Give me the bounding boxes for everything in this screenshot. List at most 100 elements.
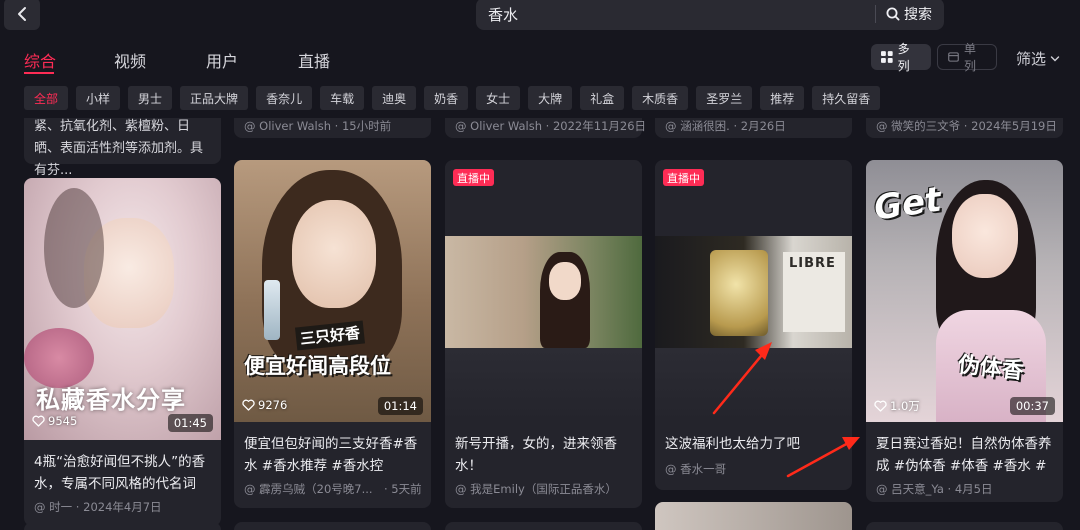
search-button-label: 搜索 — [904, 7, 932, 23]
video-duration: 00:37 — [1009, 397, 1055, 415]
active-tab-indicator — [24, 72, 54, 74]
portrait-shape — [952, 194, 1018, 278]
card-meta: @ 我是Emily（国际正品香水） — [455, 482, 617, 496]
live-thumbnail: 直播中 LIBRE — [655, 160, 852, 422]
card-meta-time: · 5天前 — [384, 482, 422, 496]
chip-all[interactable]: 全部 — [24, 86, 69, 110]
card-title: 便宜但包好闻的三支好香#香水 #香水推荐 #香水控 — [244, 436, 418, 474]
tab-all[interactable]: 综合 — [24, 48, 56, 72]
video-duration: 01:14 — [377, 397, 423, 415]
single-column-button[interactable]: 单列 — [937, 42, 997, 73]
chip-milky[interactable]: 奶香 — [424, 86, 469, 110]
live-badge: 直播中 — [453, 169, 494, 186]
perfume-box-label: LIBRE — [789, 256, 836, 271]
card-title: 夏日赛过香妃！自然伪体香养成 #伪体香 #体香 #香水 #正... — [876, 436, 1052, 474]
single-column-icon — [948, 52, 959, 62]
card-title: 紧、抗氧化剂、紫檀粉、日晒、表面活性剂等添加剂。具有芬... — [34, 119, 204, 178]
like-count: 9276 — [242, 398, 287, 412]
live-card[interactable]: 直播中 新号开播，女的，进来领香水！ @ 我是Emily（国际正品香水） — [445, 160, 642, 508]
like-count: 9545 — [32, 414, 77, 428]
card-title: 这波福利也太给力了吧 — [665, 436, 800, 452]
multi-column-button[interactable]: 多列 — [871, 42, 931, 73]
card-title: 4瓶“治愈好闻但不挑人”的香水，专属不同风格的代名词~... — [34, 454, 206, 492]
flower-shape — [24, 328, 94, 388]
card-meta: @ 时一 · 2024年4月7日 — [34, 500, 162, 514]
tab-videos[interactable]: 视频 — [114, 48, 146, 72]
chip-sample[interactable]: 小样 — [76, 86, 121, 110]
result-card-partial[interactable] — [866, 522, 1063, 530]
back-arrow-icon — [18, 7, 26, 21]
single-column-label: 单列 — [964, 42, 977, 73]
streamer-face-shape — [549, 262, 581, 300]
chip-genuine-brand[interactable]: 正品大牌 — [180, 86, 249, 110]
tab-live[interactable]: 直播 — [298, 48, 330, 72]
thumbnail-caption: 便宜好闻高段位 — [244, 353, 391, 378]
filter-label: 筛选 — [1016, 50, 1047, 68]
chip-recommended[interactable]: 推荐 — [760, 86, 805, 110]
video-thumbnail: 私藏香水分享 9545 01:45 — [24, 178, 221, 440]
search-box: 搜索 — [476, 0, 944, 30]
chip-gift-box[interactable]: 礼盒 — [580, 86, 625, 110]
chip-women[interactable]: 女士 — [476, 86, 521, 110]
live-thumbnail: 直播中 — [445, 160, 642, 422]
chip-car[interactable]: 车载 — [320, 86, 365, 110]
chip-dior[interactable]: 迪奥 — [372, 86, 417, 110]
heart-icon — [874, 400, 887, 412]
filter-button[interactable]: 筛选 — [1016, 48, 1060, 69]
card-meta: @ 香水一哥 — [665, 462, 727, 476]
search-icon — [886, 7, 900, 21]
portrait-shape — [292, 200, 376, 308]
chip-ysl[interactable]: 圣罗兰 — [696, 86, 753, 110]
card-meta: @ 微笑的三文爷 · 2024年5月19日 — [876, 119, 1057, 133]
video-duration: 01:45 — [167, 414, 213, 432]
result-card-partial[interactable]: @ Oliver Walsh · 15小时前 — [234, 118, 431, 138]
video-card[interactable]: 私藏香水分享 9545 01:45 4瓶“治愈好闻但不挑人”的香水，专属不同风格… — [24, 178, 221, 526]
card-title: 新号开播，女的，进来领香水！ — [455, 436, 617, 474]
card-meta: @ 涵涵很困. · 2月26日 — [665, 119, 786, 133]
perfume-bottle-shape — [710, 250, 768, 336]
search-input[interactable] — [476, 0, 875, 30]
result-card-partial[interactable] — [24, 522, 221, 530]
video-thumbnail: Get 伪体香 1.0万 00:37 — [866, 160, 1063, 422]
live-thumbnail-footer — [655, 348, 852, 422]
results-feed: 紧、抗氧化剂、紫檀粉、日晒、表面活性剂等添加剂。具有芬... @ Oliver … — [0, 118, 1080, 530]
hair-shape — [44, 188, 104, 308]
chip-men[interactable]: 男士 — [128, 86, 173, 110]
chip-chanel[interactable]: 香奈儿 — [256, 86, 313, 110]
live-thumbnail-footer — [445, 348, 642, 422]
result-card-partial[interactable]: @ Oliver Walsh · 2022年11月26日 — [445, 118, 646, 138]
search-button[interactable]: 搜索 — [876, 0, 944, 30]
multi-column-label: 多列 — [897, 42, 910, 73]
top-bar: 搜索 — [0, 0, 1080, 36]
video-thumbnail: 三只好香 便宜好闻高段位 9276 01:14 — [234, 160, 431, 422]
thumbnail-caption: 私藏香水分享 — [36, 385, 186, 414]
result-card-partial[interactable]: @ 微笑的三文爷 · 2024年5月19日 — [866, 118, 1063, 138]
chip-big-brand[interactable]: 大牌 — [528, 86, 573, 110]
video-card[interactable]: Get 伪体香 1.0万 00:37 夏日赛过香妃！自然伪体香养成 #伪体香 #… — [866, 160, 1063, 502]
perfume-bottle-shape — [264, 280, 280, 340]
live-card[interactable]: 直播中 LIBRE 这波福利也太给力了吧 @ 香水一哥 — [655, 160, 852, 490]
like-count-value: 9545 — [48, 414, 78, 428]
back-button[interactable] — [4, 0, 40, 30]
chevron-down-icon — [1050, 55, 1060, 61]
video-card[interactable]: 三只好香 便宜好闻高段位 9276 01:14 便宜但包好闻的三支好香#香水 #… — [234, 160, 431, 508]
heart-icon — [32, 415, 45, 427]
card-meta: @ 吕天意_Ya · 4月5日 — [876, 482, 993, 496]
chip-woody[interactable]: 木质香 — [632, 86, 689, 110]
card-meta: @ Oliver Walsh · 2022年11月26日 — [455, 119, 647, 133]
card-meta: @ Oliver Walsh · 15小时前 — [244, 119, 392, 133]
result-card-partial[interactable]: @ 涵涵很困. · 2月26日 — [655, 118, 852, 138]
result-card-partial[interactable] — [445, 522, 642, 530]
heart-icon — [242, 399, 255, 411]
result-card-partial[interactable] — [655, 502, 852, 530]
keyword-chips: 全部 小样 男士 正品大牌 香奈儿 车载 迪奥 奶香 女士 大牌 礼盒 木质香 … — [24, 86, 881, 110]
card-meta: @ 霹雳乌贼（20号晚7... — [244, 482, 373, 496]
thumbnail-caption: 伪体香 — [956, 351, 1025, 385]
result-card-partial[interactable]: 紧、抗氧化剂、紫檀粉、日晒、表面活性剂等添加剂。具有芬... — [24, 118, 221, 178]
chip-long-lasting[interactable]: 持久留香 — [812, 86, 881, 110]
result-card-partial[interactable] — [234, 522, 431, 530]
like-count-value: 9276 — [258, 398, 288, 412]
live-badge: 直播中 — [663, 169, 704, 186]
tab-users[interactable]: 用户 — [206, 48, 238, 72]
grid-icon — [881, 51, 893, 63]
